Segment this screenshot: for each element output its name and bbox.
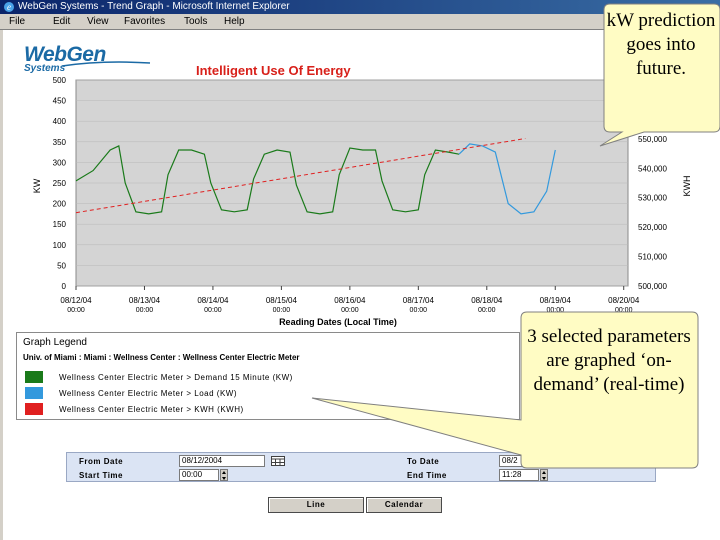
selected-params-callout-text: 3 selected parameters are graphed ‘on-de… [527, 326, 691, 395]
callout-layer [311, 3, 720, 469]
kw-prediction-callout-text: kW prediction goes into future. [606, 10, 716, 79]
